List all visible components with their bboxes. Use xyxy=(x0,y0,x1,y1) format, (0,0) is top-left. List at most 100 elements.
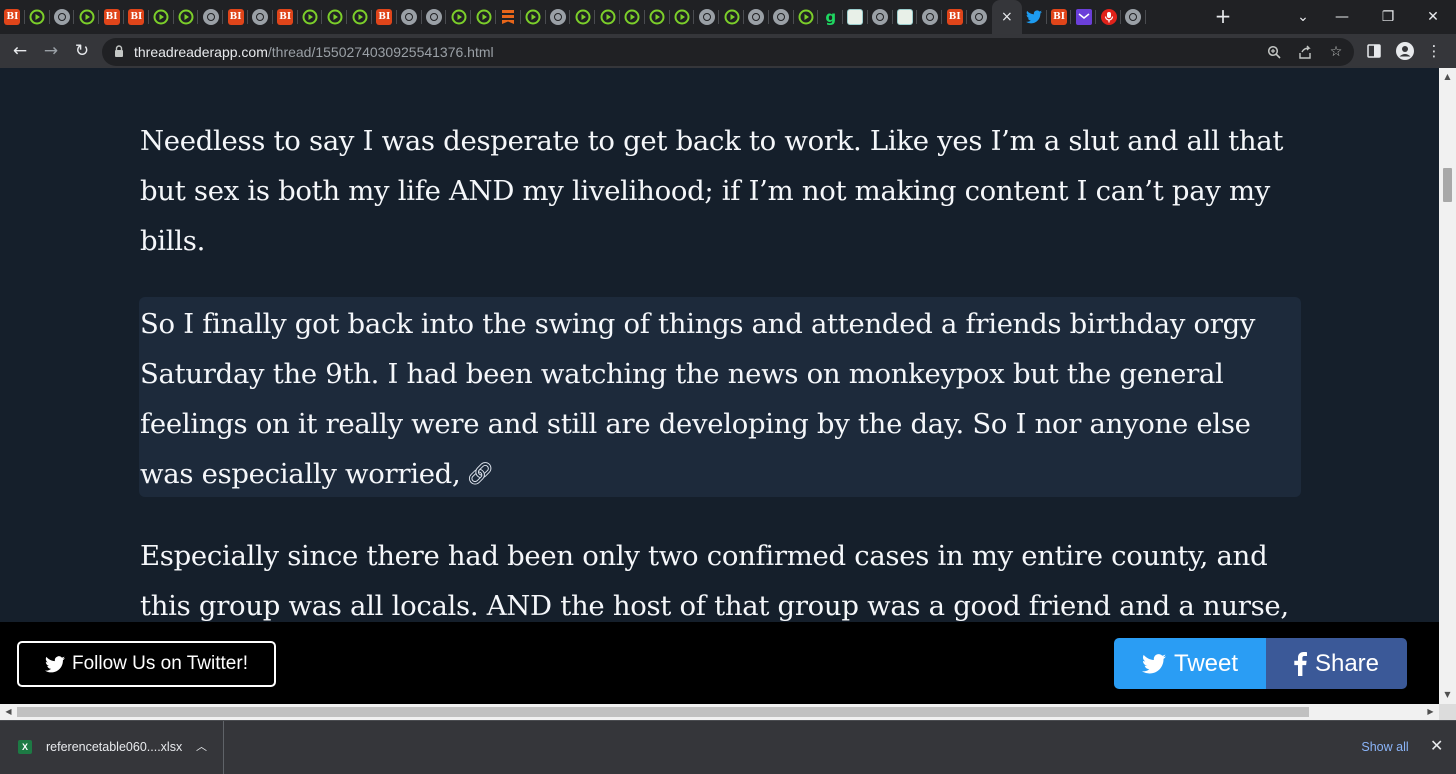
scroll-left-arrow-icon[interactable]: ◀ xyxy=(0,707,17,716)
tab-play[interactable] xyxy=(298,0,323,34)
tab-globe[interactable] xyxy=(1121,0,1146,34)
share-page-icon[interactable] xyxy=(1294,41,1316,63)
reload-button[interactable]: ↻ xyxy=(69,38,95,64)
restore-button[interactable]: ❐ xyxy=(1365,0,1411,34)
tab-play[interactable] xyxy=(794,0,819,34)
globe-icon xyxy=(202,9,219,25)
chevron-up-icon[interactable]: ︿ xyxy=(196,738,207,754)
play-circle-icon xyxy=(624,9,640,25)
globe-icon xyxy=(773,9,790,25)
globe-icon xyxy=(1125,9,1142,25)
tab-globe[interactable] xyxy=(422,0,447,34)
tab-tile[interactable] xyxy=(843,0,868,34)
bookmark-star-icon[interactable]: ☆ xyxy=(1325,41,1347,63)
paragraph-text: So I finally got back into the swing of … xyxy=(140,308,1256,490)
play-circle-icon xyxy=(178,9,194,25)
tab-play[interactable] xyxy=(149,0,174,34)
tab-globe[interactable] xyxy=(769,0,794,34)
tab-globe[interactable] xyxy=(694,0,719,34)
zoom-icon[interactable] xyxy=(1263,41,1285,63)
tab-twitter[interactable] xyxy=(1022,0,1047,34)
tab-play[interactable] xyxy=(174,0,199,34)
follow-twitter-button[interactable]: Follow Us on Twitter! xyxy=(17,641,276,687)
tab-podcast[interactable] xyxy=(1096,0,1121,34)
tab-globe[interactable] xyxy=(50,0,75,34)
forward-button[interactable]: → xyxy=(38,38,64,64)
tab-play[interactable] xyxy=(595,0,620,34)
tab-play[interactable] xyxy=(670,0,695,34)
vertical-scroll-thumb[interactable] xyxy=(1443,168,1452,202)
globe-icon xyxy=(401,9,418,25)
play-circle-icon xyxy=(575,9,591,25)
link-icon[interactable]: 🔗︎ xyxy=(466,450,494,500)
tab-tile[interactable] xyxy=(893,0,918,34)
download-item[interactable]: X referencetable060....xlsx ︿ xyxy=(0,721,224,774)
horizontal-scrollbar[interactable]: ◀ ▶ xyxy=(0,704,1439,720)
browser-toolbar: ← → ↻ threadreaderapp.com/thread/1550274… xyxy=(0,34,1456,68)
show-all-downloads-button[interactable]: Show all xyxy=(1352,733,1418,761)
tab-play[interactable] xyxy=(719,0,744,34)
tab-mail[interactable] xyxy=(1071,0,1097,34)
tab-globe[interactable] xyxy=(198,0,223,34)
download-bar: X referencetable060....xlsx ︿ Show all ✕ xyxy=(0,720,1456,774)
tab-globe[interactable] xyxy=(397,0,422,34)
tab-play[interactable] xyxy=(347,0,372,34)
tab-globe[interactable] xyxy=(248,0,273,34)
tab-play[interactable] xyxy=(322,0,347,34)
address-bar[interactable]: threadreaderapp.com/thread/1550274030925… xyxy=(102,38,1354,66)
menu-kebab-icon[interactable]: ⋮ xyxy=(1423,40,1445,62)
scroll-right-arrow-icon[interactable]: ▶ xyxy=(1422,707,1439,716)
tab-bi[interactable]: BI xyxy=(99,0,124,34)
tab-play[interactable] xyxy=(471,0,496,34)
vertical-scrollbar[interactable]: ▲ ▼ xyxy=(1439,68,1456,704)
thread-paragraph: Especially since there had been only two… xyxy=(140,540,1289,622)
scroll-down-arrow-icon[interactable]: ▼ xyxy=(1439,690,1456,699)
scroll-up-arrow-icon[interactable]: ▲ xyxy=(1439,72,1456,81)
thread-paragraph: Needless to say I was desperate to get b… xyxy=(140,125,1284,257)
bi-logo-icon: BI xyxy=(128,9,145,25)
close-download-bar-icon[interactable]: ✕ xyxy=(1430,736,1443,755)
tweet-button[interactable]: Tweet xyxy=(1114,638,1266,689)
tab-play[interactable] xyxy=(521,0,546,34)
side-panel-icon[interactable] xyxy=(1363,40,1385,62)
tab-bookmark[interactable] xyxy=(496,0,521,34)
window-close-button[interactable]: ✕ xyxy=(1410,0,1456,34)
tab-bi[interactable]: BI xyxy=(273,0,298,34)
tab-play[interactable] xyxy=(620,0,645,34)
tab-bi[interactable]: BI xyxy=(0,0,25,34)
tab-bi[interactable]: BI xyxy=(223,0,248,34)
tab-globe[interactable] xyxy=(744,0,769,34)
tab-play[interactable] xyxy=(570,0,595,34)
globe-icon xyxy=(698,9,715,25)
tab-globe[interactable] xyxy=(917,0,943,34)
tab-globe[interactable] xyxy=(546,0,571,34)
tab-bi[interactable]: BI xyxy=(1047,0,1072,34)
tab-strip: BI BI BI BI BI BI g BI × BI + ⌄ — ❐ ✕ xyxy=(0,0,1456,34)
tab-bi[interactable]: BI xyxy=(942,0,967,34)
play-circle-icon xyxy=(724,9,740,25)
horizontal-scroll-thumb[interactable] xyxy=(17,707,1309,717)
tab-g[interactable]: g xyxy=(818,0,843,34)
play-circle-icon xyxy=(302,9,318,25)
globe-icon xyxy=(53,9,70,25)
new-tab-button[interactable]: + xyxy=(1212,5,1234,27)
play-circle-icon xyxy=(600,9,616,25)
twitter-bird-icon xyxy=(1026,9,1043,25)
podcast-mic-icon xyxy=(1100,9,1117,25)
facebook-share-button[interactable]: Share xyxy=(1266,638,1407,689)
tab-play[interactable] xyxy=(645,0,670,34)
profile-avatar-icon[interactable] xyxy=(1394,40,1416,62)
tab-play[interactable] xyxy=(74,0,99,34)
minimize-button[interactable]: — xyxy=(1319,0,1365,34)
tab-bi[interactable]: BI xyxy=(124,0,149,34)
tab-play[interactable] xyxy=(446,0,471,34)
tab-play[interactable] xyxy=(25,0,50,34)
tab-globe[interactable] xyxy=(967,0,992,34)
back-button[interactable]: ← xyxy=(7,38,33,64)
bi-logo-icon: BI xyxy=(227,9,244,25)
share-bar: Follow Us on Twitter! Tweet Share xyxy=(0,622,1439,704)
tab-active[interactable]: × xyxy=(991,0,1022,34)
tab-bi[interactable]: BI xyxy=(372,0,397,34)
tab-globe[interactable] xyxy=(868,0,893,34)
thread-paragraph-highlighted: So I finally got back into the swing of … xyxy=(140,299,1300,500)
